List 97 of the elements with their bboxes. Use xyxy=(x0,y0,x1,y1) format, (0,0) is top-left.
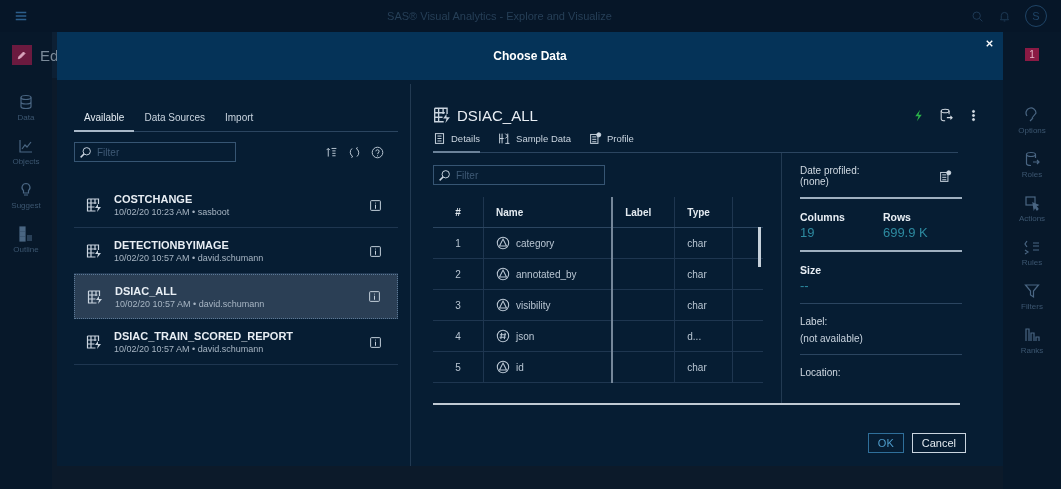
info-value: (none) xyxy=(800,176,829,187)
database-icon xyxy=(18,94,34,110)
tab[interactable]: Profile xyxy=(588,132,634,153)
lightbulb-icon xyxy=(18,182,34,198)
pointer-icon xyxy=(1024,195,1040,211)
table-meta: 10/02/20 10:57 AM • david.schumann xyxy=(114,344,265,354)
info-label: Label: xyxy=(800,316,829,327)
dialog-title: Choose Data xyxy=(493,49,567,63)
bell-icon xyxy=(998,9,1011,23)
database-arrow-icon xyxy=(1024,151,1040,167)
table-meta: 10/02/20 10:57 AM • david.schumann xyxy=(114,253,265,263)
search-icon xyxy=(971,9,984,23)
info-value: 699.9 K xyxy=(882,225,928,240)
table-cell: char xyxy=(674,258,733,290)
data-source-item[interactable]: DSIAC_TRAIN_SCORED_REPORT 10/02/20 10:57 AM • david.schumann xyxy=(74,319,398,365)
table-cell: 1 xyxy=(433,227,484,259)
report-title: Ed xyxy=(40,46,59,64)
table-bolt-icon xyxy=(86,243,102,259)
info-icon xyxy=(369,244,382,258)
edit-button[interactable] xyxy=(12,45,32,65)
table-name: DETECTIONBYIMAGE xyxy=(114,239,230,251)
column-header[interactable]: Label xyxy=(612,197,675,228)
details-icon xyxy=(433,132,446,145)
column-header[interactable]: Name xyxy=(483,197,613,228)
info-label: Date profiled: xyxy=(800,165,860,176)
scrollbar-thumb[interactable] xyxy=(758,227,761,267)
column-name: category xyxy=(516,237,555,249)
tab[interactable]: Details xyxy=(433,132,481,153)
rules-icon xyxy=(1024,239,1040,255)
data-source-item[interactable]: COSTCHANGE 10/02/20 10:23 AM • sasboot xyxy=(74,182,398,228)
ok-button[interactable]: OK xyxy=(867,433,904,453)
cancel-button[interactable]: Cancel xyxy=(911,433,966,453)
column-name: id xyxy=(516,361,524,373)
search-icon xyxy=(438,169,451,182)
tab[interactable]: Sample Data xyxy=(498,132,571,153)
table-cell: char xyxy=(674,351,733,383)
info-value: 19 xyxy=(800,225,816,240)
table-bolt-icon xyxy=(86,334,102,350)
triangle-circle-icon xyxy=(496,236,510,250)
close-icon xyxy=(984,38,995,49)
dataset-title: DSIAC_ALL xyxy=(457,106,538,124)
column-header[interactable]: # xyxy=(433,197,484,228)
table-cell: char xyxy=(674,289,733,321)
info-label: Columns xyxy=(800,211,845,223)
info-label: Rows xyxy=(882,211,912,223)
refresh-icon xyxy=(348,145,361,159)
tab[interactable]: Available xyxy=(74,112,135,132)
info-icon xyxy=(369,335,382,349)
profile-icon xyxy=(588,132,602,145)
scrollbar-thumb[interactable] xyxy=(433,403,960,405)
table-bolt-icon xyxy=(433,106,451,124)
table-meta: 10/02/20 10:57 AM • david.schumann xyxy=(115,298,266,309)
table-bolt-icon xyxy=(86,197,102,213)
table-cell: char xyxy=(674,227,733,259)
data-source-item[interactable]: DSIAC_ALL 10/02/20 10:57 AM • david.schumann xyxy=(74,274,398,319)
table-name: DSIAC_TRAIN_SCORED_REPORT xyxy=(114,330,295,342)
table-cell: 5 xyxy=(433,351,484,383)
close-button[interactable] xyxy=(984,38,995,49)
sample-data-icon xyxy=(498,132,512,145)
table-name: COSTCHANGE xyxy=(114,193,194,205)
column-name: json xyxy=(516,330,535,342)
pencil-icon xyxy=(16,49,28,61)
search-icon xyxy=(79,146,92,159)
table-cell: d... xyxy=(674,320,733,352)
filter-field[interactable]: Filter xyxy=(74,142,236,162)
info-label: Location: xyxy=(800,367,842,378)
help-icon xyxy=(371,145,384,159)
info-icon xyxy=(369,198,382,212)
table-cell: 3 xyxy=(433,289,484,321)
count-badge: 1 xyxy=(1025,48,1039,61)
table-name: DSIAC_ALL xyxy=(115,284,178,297)
info-value: (not available) xyxy=(800,333,864,344)
profile-icon xyxy=(939,169,952,183)
funnel-icon xyxy=(1024,283,1040,299)
info-label: Size xyxy=(800,264,822,276)
triangle-circle-icon xyxy=(496,360,510,374)
outline-icon xyxy=(18,226,34,242)
triangle-circle-icon xyxy=(496,267,510,281)
database-arrow-icon xyxy=(939,108,953,122)
table-cell: 2 xyxy=(433,258,484,290)
table-meta: 10/02/20 10:23 AM • sasboot xyxy=(114,207,231,217)
tab[interactable]: Data Sources xyxy=(134,112,215,132)
table-cell: 4 xyxy=(433,320,484,352)
menu-icon xyxy=(14,9,28,23)
tab[interactable]: Import xyxy=(215,112,264,132)
table-bolt-icon xyxy=(87,288,103,305)
filter-field[interactable]: Filter xyxy=(433,165,605,185)
info-value: -- xyxy=(800,278,810,293)
line-chart-icon xyxy=(18,138,34,154)
column-name: visibility xyxy=(516,299,551,311)
column-header[interactable]: Type xyxy=(674,197,733,228)
sort-icon xyxy=(325,145,338,159)
column-name: annotated_by xyxy=(516,268,577,280)
ranks-icon xyxy=(1024,327,1040,343)
info-icon xyxy=(368,290,381,303)
triangle-circle-icon xyxy=(496,298,510,312)
hash-circle-icon xyxy=(496,329,510,343)
